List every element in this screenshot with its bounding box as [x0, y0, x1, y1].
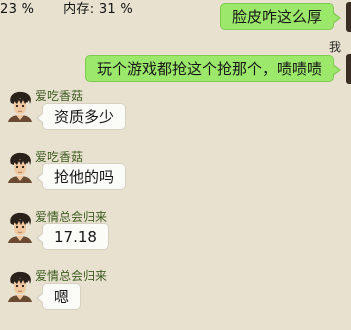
message-text: 嗯 — [54, 288, 70, 306]
sender-name: 爱情总会归来 — [35, 210, 108, 224]
self-avatar[interactable] — [346, 2, 351, 32]
message-text: 17.18 — [54, 228, 97, 246]
avatar-icon[interactable] — [5, 90, 35, 122]
message-bubble-in[interactable]: 抢他的吗 — [35, 163, 127, 190]
sender-name: 爱情总会归来 — [35, 269, 108, 283]
message-text: 脸皮咋这么厚 — [231, 8, 322, 26]
status-left-value: 23 % — [0, 2, 35, 17]
message-bubble-out[interactable]: 玩个游戏都抢这个抢那个，啧啧啧 — [84, 55, 342, 82]
chat-screen: 23 % 内存: 31 % 脸皮咋这么厚 我 玩个游戏都抢这个抢那个，啧啧啧 爱… — [0, 0, 351, 330]
message-text: 抢他的吗 — [54, 168, 115, 186]
memory-label: 内存: — [63, 2, 95, 17]
avatar-icon[interactable] — [5, 151, 35, 183]
sender-name: 爱吃香菇 — [35, 150, 84, 164]
message-bubble-in[interactable]: 资质多少 — [35, 103, 127, 130]
avatar-icon[interactable] — [5, 270, 35, 302]
sender-name: 爱吃香菇 — [35, 89, 84, 103]
status-overlay: 23 % 内存: 31 % — [0, 0, 133, 20]
message-bubble-out[interactable]: 脸皮咋这么厚 — [219, 3, 342, 30]
message-text: 玩个游戏都抢这个抢那个，啧啧啧 — [96, 60, 322, 78]
self-name: 我 — [328, 40, 341, 54]
message-text: 资质多少 — [54, 108, 115, 126]
avatar-icon[interactable] — [5, 211, 35, 243]
message-bubble-in[interactable]: 17.18 — [36, 223, 109, 250]
self-avatar[interactable] — [346, 54, 351, 84]
message-bubble-in[interactable]: 嗯 — [35, 283, 82, 310]
memory-value: 31 % — [98, 2, 134, 17]
